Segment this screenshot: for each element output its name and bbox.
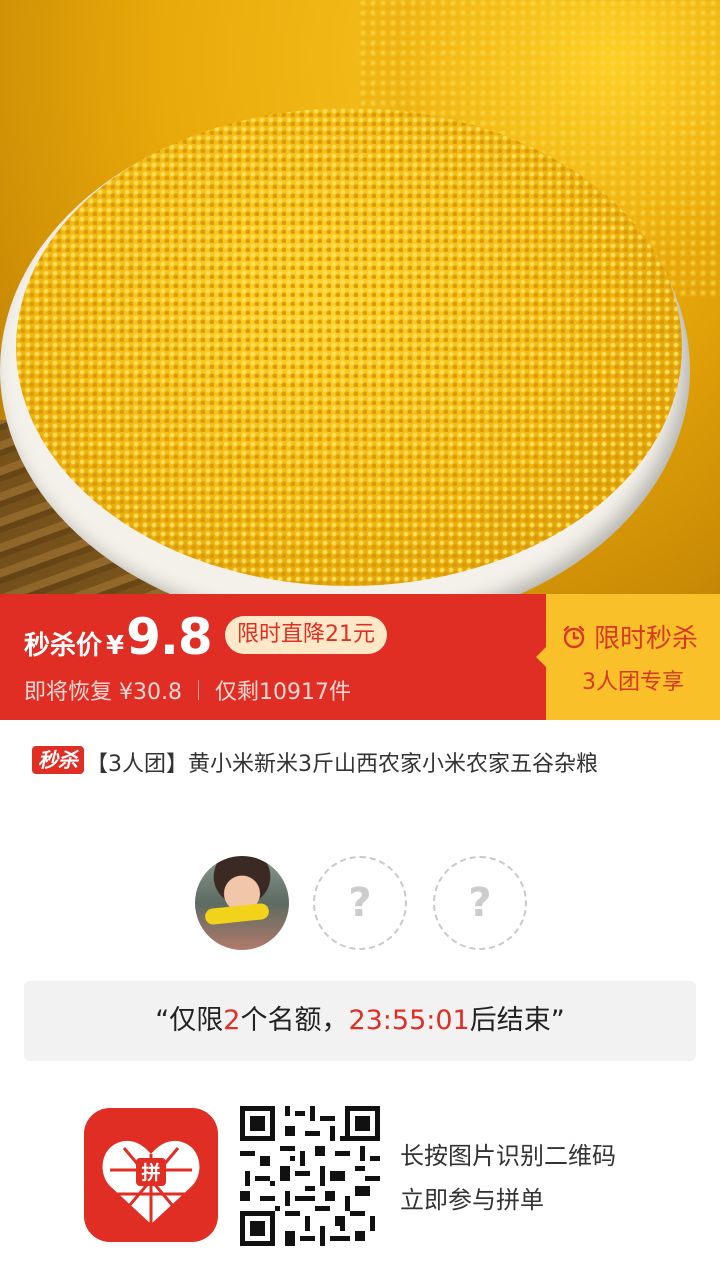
scan-instruction-line-2: 立即参与拼单	[400, 1186, 544, 1214]
stock-remaining-text: 仅剩10917件	[214, 680, 351, 705]
flash-sale-label: 限时秒杀	[594, 624, 699, 654]
flash-sale-section: 限时秒杀 3人团专享	[536, 594, 720, 720]
product-title: 秒杀 【3人团】黄小米新米3斤山西农家小米农家五谷杂粮	[32, 744, 692, 786]
flash-sale-tag: 秒杀	[32, 746, 84, 774]
group-exclusive-label: 3人团专享	[582, 670, 684, 695]
currency-symbol: ¥	[106, 631, 125, 661]
flash-sale-title: 限时秒杀	[562, 618, 698, 655]
logo-char: 拼	[141, 1161, 160, 1184]
alarm-clock-icon	[563, 625, 585, 648]
quota-mid: 个名额，	[240, 1005, 349, 1036]
quota-prefix: “仅限	[155, 1005, 224, 1036]
price-section: 秒杀价 ¥ 9.8 限时直降21元 即将恢复 ¥30.8 仅剩10917件	[0, 594, 546, 720]
scan-instructions: 长按图片识别二维码 立即参与拼单	[400, 1134, 616, 1222]
pinduoduo-logo-icon: 拼	[84, 1108, 218, 1242]
group-members: ? ?	[0, 856, 720, 952]
qr-code-icon	[240, 1106, 380, 1246]
corn-photo-detail	[204, 902, 270, 926]
flash-price-label: 秒杀价	[24, 631, 103, 661]
empty-slot-1[interactable]: ?	[313, 856, 407, 950]
avatar[interactable]	[195, 856, 289, 950]
scan-instruction-line-1: 长按图片识别二维码	[400, 1142, 616, 1170]
question-mark-icon: ?	[468, 880, 492, 926]
price-row: 秒杀价 ¥ 9.8	[24, 608, 213, 666]
divider	[197, 680, 199, 700]
quota-suffix: 后结束”	[469, 1005, 565, 1036]
price-drop-badge: 限时直降21元	[225, 616, 387, 654]
countdown-timer: 23:55:01	[348, 1005, 470, 1036]
price-banner: 秒杀价 ¥ 9.8 限时直降21元 即将恢复 ¥30.8 仅剩10917件 限时…	[0, 594, 720, 720]
question-mark-icon: ?	[348, 880, 372, 926]
quota-count: 2	[223, 1005, 241, 1036]
notch-arrow	[536, 647, 546, 667]
quota-countdown-box: “仅限2个名额，23:55:01后结束”	[24, 981, 696, 1061]
restore-price-text: 即将恢复 ¥30.8	[24, 680, 182, 705]
product-title-text: 【3人团】黄小米新米3斤山西农家小米农家五谷杂粮	[86, 752, 598, 777]
product-hero-image	[0, 0, 720, 594]
millet-pile	[16, 108, 682, 586]
empty-slot-2[interactable]: ?	[433, 856, 527, 950]
price-sub-row: 即将恢复 ¥30.8 仅剩10917件	[24, 674, 351, 706]
flash-price-value: 9.8	[126, 608, 213, 666]
